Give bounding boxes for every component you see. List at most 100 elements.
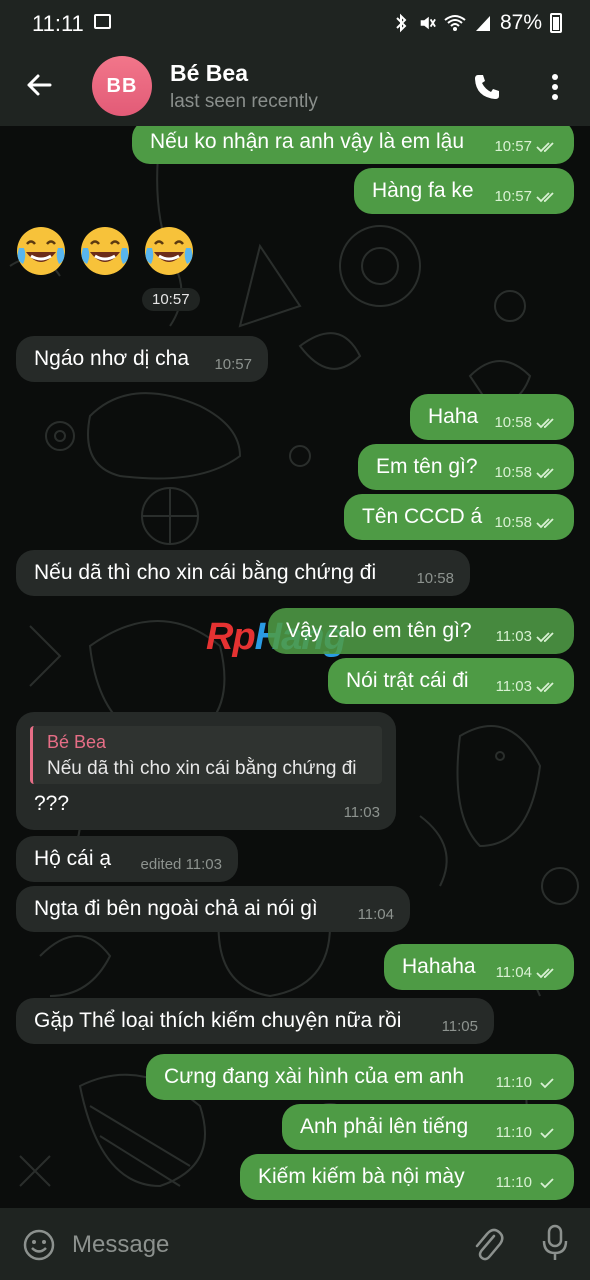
- message-time: 11:10: [495, 1074, 532, 1091]
- message-bubble-incoming[interactable]: Ngáo nhơ dị cha 10:57: [16, 336, 268, 382]
- message-text: Kiếm kiếm bà nội mày: [258, 1165, 465, 1188]
- status-icons: 87%: [392, 11, 562, 35]
- message-time: 11:03: [495, 678, 532, 695]
- reply-quote-author: Bé Bea: [47, 732, 107, 752]
- avatar[interactable]: BB: [92, 56, 152, 116]
- more-options-icon[interactable]: [540, 72, 570, 102]
- battery-percent: 87%: [499, 11, 542, 34]
- message-text: Em tên gì?: [376, 455, 478, 478]
- message-bubble-incoming[interactable]: Ngta đi bên ngoài chả ai nói gì 11:04: [16, 886, 410, 932]
- message-bubble-outgoing[interactable]: Anh phải lên tiếng 11:10: [282, 1104, 574, 1150]
- bluetooth-icon: [396, 13, 407, 33]
- message-meta: 10:57: [494, 188, 558, 205]
- message-time: 11:10: [495, 1174, 532, 1191]
- reply-quote-text: Nếu dã thì cho xin cái bằng chứng đi: [47, 758, 357, 779]
- single-check-icon: [540, 1177, 554, 1188]
- chat-header: BB Bé Bea last seen recently: [0, 46, 590, 126]
- face-with-tears-of-joy-icon: [81, 227, 129, 275]
- message-text: Nếu dã thì cho xin cái bằng chứng đi: [34, 561, 377, 584]
- message-meta: 11:04: [496, 964, 558, 981]
- gallery-notification-icon: [94, 14, 111, 29]
- message-text: Ngáo nhơ dị cha: [34, 347, 190, 370]
- message-time: edited 11:03: [140, 856, 222, 873]
- message-meta: 11:10: [496, 1174, 558, 1191]
- reply-quote[interactable]: Bé Bea Nếu dã thì cho xin cái bằng chứng…: [30, 726, 382, 784]
- face-with-tears-of-joy-icon: [145, 227, 193, 275]
- emoji-message-time: 10:57: [142, 288, 200, 311]
- message-meta: 10:58: [494, 464, 558, 481]
- message-time: 11:03: [343, 804, 380, 821]
- message-meta: 10:58: [494, 414, 558, 431]
- message-text: Anh phải lên tiếng: [300, 1115, 469, 1138]
- single-check-icon: [540, 1077, 554, 1088]
- message-text: Hahaha: [402, 955, 476, 978]
- back-arrow-icon[interactable]: [22, 68, 56, 102]
- message-bubble-outgoing[interactable]: Hàng fa ke 10:57: [354, 168, 574, 214]
- message-text: Gặp Thể loại thích kiếm chuyện nữa rồi: [34, 1009, 402, 1032]
- message-text: Hàng fa ke: [372, 179, 474, 202]
- message-bubble-outgoing[interactable]: Nói trật cái đi 11:03: [328, 658, 574, 704]
- message-text: Nếu ko nhận ra anh vậy là em lậu: [150, 130, 465, 153]
- message-time: 10:57: [494, 138, 532, 155]
- emoji-message[interactable]: [14, 224, 196, 278]
- message-time: 11:05: [441, 1018, 478, 1035]
- message-bubble-outgoing[interactable]: Vậy zalo em tên gì? 11:03: [268, 608, 574, 654]
- message-composer: [0, 1208, 590, 1280]
- status-bar: 11:11 87%: [0, 0, 590, 46]
- contact-name[interactable]: Bé Bea: [170, 60, 248, 87]
- message-bubble-outgoing[interactable]: Hahaha 11:04: [384, 944, 574, 990]
- double-check-icon: [536, 191, 554, 202]
- double-check-icon: [536, 467, 554, 478]
- message-meta: 10:58: [494, 514, 558, 531]
- phone-call-icon[interactable]: [472, 72, 502, 102]
- message-time: 10:58: [494, 464, 532, 481]
- message-text: Nói trật cái đi: [346, 669, 469, 692]
- message-text: Hộ cái ạ: [34, 847, 112, 870]
- message-time: 10:58: [494, 414, 532, 431]
- battery-icon: [550, 13, 562, 33]
- message-text: Haha: [428, 405, 479, 428]
- double-check-icon: [536, 681, 554, 692]
- message-list[interactable]: Nếu ko nhận ra anh vậy là em lậu 10:57 H…: [0, 126, 590, 1208]
- signal-icon: [475, 16, 490, 31]
- message-meta: 11:03: [496, 628, 558, 645]
- message-bubble-incoming[interactable]: Nếu dã thì cho xin cái bằng chứng đi 10:…: [16, 550, 470, 596]
- message-bubble-outgoing[interactable]: Tên CCCD á 10:58: [344, 494, 574, 540]
- double-check-icon: [536, 517, 554, 528]
- mute-icon: [420, 16, 436, 30]
- message-bubble-outgoing[interactable]: Haha 10:58: [410, 394, 574, 440]
- message-bubble-outgoing[interactable]: Em tên gì? 10:58: [358, 444, 574, 490]
- message-time: 11:04: [495, 964, 532, 981]
- microphone-icon[interactable]: [540, 1224, 570, 1262]
- message-bubble-incoming-reply[interactable]: Bé Bea Nếu dã thì cho xin cái bằng chứng…: [16, 712, 396, 830]
- message-input[interactable]: [70, 1224, 454, 1266]
- message-meta: 11:03: [496, 678, 558, 695]
- wifi-icon: [444, 15, 466, 31]
- double-check-icon: [536, 141, 554, 152]
- single-check-icon: [540, 1127, 554, 1138]
- message-time: 10:58: [494, 514, 532, 531]
- message-bubble-incoming[interactable]: Hộ cái ạ edited 11:03: [16, 836, 238, 882]
- message-bubble-outgoing[interactable]: Cưng đang xài hình của em anh 11:10: [146, 1054, 574, 1100]
- message-text: Tên CCCD á: [362, 505, 483, 528]
- message-bubble-outgoing[interactable]: Kiếm kiếm bà nội mày 11:10: [240, 1154, 574, 1200]
- message-time: 10:58: [416, 570, 454, 587]
- message-text: Vậy zalo em tên gì?: [286, 619, 472, 642]
- message-bubble-outgoing[interactable]: Nếu ko nhận ra anh vậy là em lậu 10:57: [132, 126, 574, 164]
- message-time: 11:03: [495, 628, 532, 645]
- message-meta: 10:57: [494, 138, 558, 155]
- contact-status: last seen recently: [170, 91, 318, 112]
- message-text: Cưng đang xài hình của em anh: [164, 1065, 465, 1088]
- message-bubble-incoming[interactable]: Gặp Thể loại thích kiếm chuyện nữa rồi 1…: [16, 998, 494, 1044]
- attachment-icon[interactable]: [470, 1226, 504, 1262]
- message-time: 11:04: [357, 906, 394, 923]
- message-time: 10:57: [214, 356, 252, 373]
- message-meta: 11:10: [496, 1124, 558, 1141]
- message-text: ???: [34, 792, 70, 815]
- emoji-icon[interactable]: [22, 1228, 56, 1262]
- clock: 11:11: [32, 11, 84, 36]
- face-with-tears-of-joy-icon: [17, 227, 65, 275]
- message-meta: 11:10: [496, 1074, 558, 1091]
- double-check-icon: [536, 967, 554, 978]
- double-check-icon: [536, 631, 554, 642]
